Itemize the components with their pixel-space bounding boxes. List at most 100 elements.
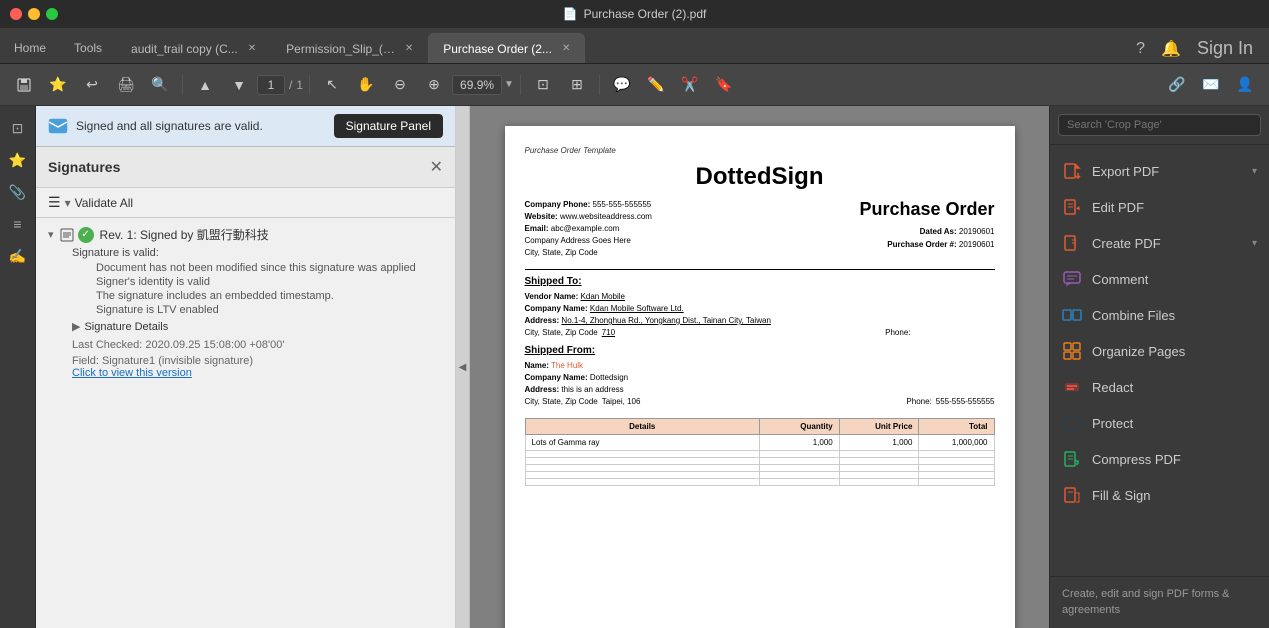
marquee-zoom-btn[interactable]: ⊞ (561, 71, 593, 99)
table-cell-2-unit_price (839, 458, 919, 465)
menu-item-export-pdf[interactable]: Export PDF▾ (1050, 153, 1269, 189)
save-btn[interactable] (8, 71, 40, 99)
revision-1: ▾ ✓ Rev. 1: Signed by 凱盟行動科技 Signature i… (48, 226, 443, 379)
pen-btn[interactable]: ✏️ (640, 71, 672, 99)
signatures-panel-close-btn[interactable]: ✕ (430, 157, 443, 177)
share-btn[interactable]: 🔗 (1161, 71, 1193, 99)
menu-item-protect-label: Protect (1092, 416, 1257, 431)
menu-item-comment[interactable]: Comment (1050, 261, 1269, 297)
table-row (525, 465, 994, 472)
pdf-viewer[interactable]: Purchase Order Template DottedSign Compa… (470, 106, 1049, 628)
comment-btn[interactable]: 💬 (606, 71, 638, 99)
minimize-window-btn[interactable] (28, 8, 40, 20)
menu-item-protect[interactable]: Protect (1050, 405, 1269, 441)
menu-item-compress-pdf[interactable]: Compress PDF (1050, 441, 1269, 477)
signature-details-toggle[interactable]: ▶ Signature Details (72, 318, 443, 335)
mail-btn[interactable]: ✉️ (1195, 71, 1227, 99)
tab-tools[interactable]: Tools (60, 33, 116, 63)
detail-2: The signature includes an embedded times… (72, 290, 443, 302)
notification-icon[interactable]: 🔔 (1161, 39, 1181, 59)
revision-1-header[interactable]: ▾ ✓ Rev. 1: Signed by 凱盟行動科技 (48, 226, 443, 243)
table-row (525, 451, 994, 458)
tab-audit-trail[interactable]: audit_trail copy (C... ✕ (116, 33, 271, 63)
edit-icon (1062, 197, 1082, 217)
menu-item-fill-sign[interactable]: Fill & Sign (1050, 477, 1269, 513)
left-icon-attachments[interactable]: 📎 (4, 178, 32, 206)
menu-item-create-pdf[interactable]: Create PDF▾ (1050, 225, 1269, 261)
menu-item-combine-files[interactable]: Combine Files (1050, 297, 1269, 333)
sign-in-button[interactable]: Sign In (1197, 38, 1253, 59)
panel-collapse-handle[interactable]: ◀ (456, 106, 470, 628)
page-input[interactable] (257, 75, 285, 95)
left-icon-layers[interactable]: ≡ (4, 210, 32, 238)
table-cell-1-quantity (760, 451, 840, 458)
pdf-template-label: Purchase Order Template (525, 146, 995, 155)
menu-item-redact-label: Redact (1092, 380, 1257, 395)
window-title: 📄 Purchase Order (2).pdf (563, 7, 707, 21)
print-btn[interactable]: 🖨 (110, 71, 142, 99)
hand-tool-btn[interactable]: ✋ (350, 71, 382, 99)
table-header-qty: Quantity (760, 419, 840, 435)
fill-icon (1062, 485, 1082, 505)
back-btn[interactable]: ↩ (76, 71, 108, 99)
table-cell-2-details (525, 458, 760, 465)
maximize-window-btn[interactable] (46, 8, 58, 20)
close-tab-purchase-order[interactable]: ✕ (562, 43, 570, 54)
signatures-panel-title: Signatures (48, 159, 120, 175)
pdf-shipped-to-title: Shipped To: (525, 276, 995, 287)
close-tab-permission-slip[interactable]: ✕ (405, 43, 413, 54)
left-icon-bookmarks[interactable]: ⭐ (4, 146, 32, 174)
menu-item-organize-pages[interactable]: Organize Pages (1050, 333, 1269, 369)
valid-checkmark-icon: ✓ (78, 227, 94, 243)
redact-icon (1062, 377, 1082, 397)
zoom-dropdown-btn[interactable]: ▼ (504, 79, 514, 90)
menu-item-edit-pdf[interactable]: Edit PDF (1050, 189, 1269, 225)
select-tool-btn[interactable]: ⊡ (527, 71, 559, 99)
edit-btn[interactable]: ✂️ (674, 71, 706, 99)
table-header-total: Total (919, 419, 994, 435)
zoom-out-btn[interactable]: ⊖ (384, 71, 416, 99)
pdf-dated-line: Dated As: 20190601 (859, 226, 994, 239)
signature-notification-bar: Signed and all signatures are valid. Sig… (36, 106, 455, 147)
menu-item-fill-sign-label: Fill & Sign (1092, 488, 1257, 503)
menu-item-create-pdf-expand-icon: ▾ (1252, 238, 1257, 249)
close-window-btn[interactable] (10, 8, 22, 20)
cursor-tool-btn[interactable]: ↖ (316, 71, 348, 99)
left-icon-pages[interactable]: ⊡ (4, 114, 32, 142)
search-btn[interactable]: 🔍 (144, 71, 176, 99)
bookmark-btn[interactable]: ⭐ (42, 71, 74, 99)
table-cell-5-unit_price (839, 479, 919, 486)
tab-purchase-order[interactable]: Purchase Order (2... ✕ (428, 33, 585, 63)
pdf-shipped-to-info: Vendor Name: Kdan Mobile Company Name: K… (525, 291, 995, 339)
zoom-value[interactable]: 69.9% (452, 75, 502, 95)
validate-all-button[interactable]: ☰ ▾ Validate All (48, 194, 133, 211)
view-version-link[interactable]: Click to view this version (72, 367, 443, 379)
table-cell-3-quantity (760, 465, 840, 472)
tab-permission-slip[interactable]: Permission_Slip_(… ✕ (271, 33, 428, 63)
sep-1 (182, 75, 183, 95)
user-btn[interactable]: 👤 (1229, 71, 1261, 99)
next-page-btn[interactable]: ▼ (223, 71, 255, 99)
zoom-in-btn[interactable]: ⊕ (418, 71, 450, 99)
left-icon-signatures[interactable]: ✍ (4, 242, 32, 270)
expand-triangle-icon: ▾ (48, 228, 54, 241)
signature-panel-button[interactable]: Signature Panel (334, 114, 443, 138)
search-input[interactable] (1058, 114, 1261, 136)
zoom-area: 69.9% ▼ (452, 75, 514, 95)
close-tab-audit-trail[interactable]: ✕ (248, 43, 256, 54)
signature-details-label: Signature Details (84, 321, 168, 333)
signatures-toolbar: ☰ ▾ Validate All (36, 188, 455, 218)
menu-item-redact[interactable]: Redact (1050, 369, 1269, 405)
pdf-divider-1 (525, 269, 995, 270)
table-cell-5-details (525, 479, 760, 486)
prev-page-btn[interactable]: ▲ (189, 71, 221, 99)
detail-3: Signature is LTV enabled (72, 304, 443, 316)
table-cell-4-unit_price (839, 472, 919, 479)
signature-doc-icon (60, 228, 74, 242)
table-cell-1-unit_price (839, 451, 919, 458)
stamp-btn[interactable]: 🔖 (708, 71, 740, 99)
window-controls[interactable] (10, 8, 58, 20)
help-icon[interactable]: ? (1136, 40, 1145, 58)
table-cell-1-details (525, 451, 760, 458)
tab-home[interactable]: Home (0, 33, 60, 63)
